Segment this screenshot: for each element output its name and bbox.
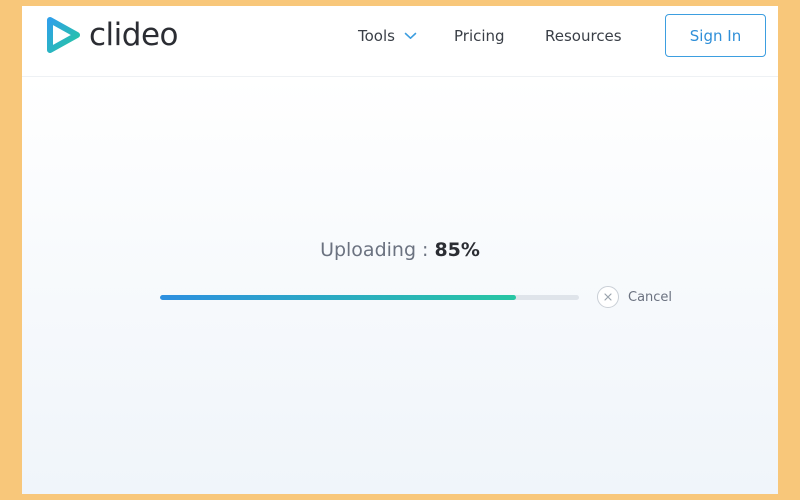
chevron-down-icon [404, 32, 417, 39]
cancel-label: Cancel [628, 289, 673, 305]
browser-viewport: clideo Tools Pricing Resources Sign In U… [22, 6, 778, 494]
sign-in-button[interactable]: Sign In [665, 14, 766, 57]
upload-progress-bar [160, 295, 579, 300]
upload-progress-fill [160, 295, 517, 300]
upload-status: Uploading:85% [22, 238, 778, 262]
upload-panel: Uploading:85% Cancel [22, 78, 778, 494]
nav-resources-link[interactable]: Resources [545, 26, 622, 46]
site-header: clideo Tools Pricing Resources Sign In [22, 6, 778, 77]
nav-pricing-link[interactable]: Pricing [454, 26, 505, 46]
upload-status-label: Uploading [320, 239, 417, 261]
upload-percent: 85% [434, 239, 480, 261]
close-icon[interactable] [597, 286, 619, 308]
nav-tools-menu[interactable]: Tools [358, 26, 417, 46]
cancel-upload-button[interactable]: Cancel [597, 286, 672, 308]
upload-status-separator: : [422, 239, 429, 261]
nav-tools-label: Tools [358, 27, 395, 45]
